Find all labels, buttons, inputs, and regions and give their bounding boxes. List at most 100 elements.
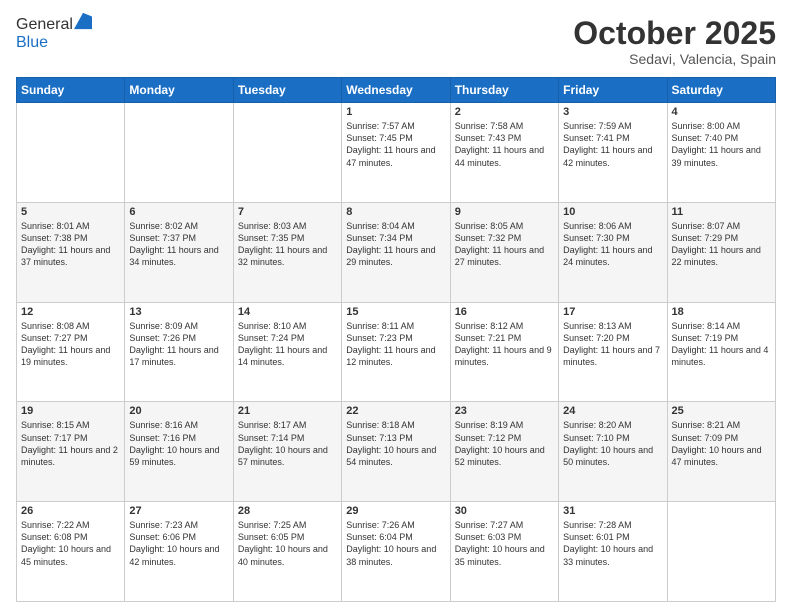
calendar-cell [17,103,125,203]
day-number: 25 [672,405,771,417]
day-number: 9 [455,206,554,218]
day-info: Sunrise: 7:23 AM Sunset: 6:06 PM Dayligh… [129,519,228,568]
calendar-cell: 19 Sunrise: 8:15 AM Sunset: 7:17 PM Dayli… [17,402,125,502]
calendar-cell: 22 Sunrise: 8:18 AM Sunset: 7:13 PM Dayli… [342,402,450,502]
calendar-cell: 1 Sunrise: 7:57 AM Sunset: 7:45 PM Daylig… [342,103,450,203]
logo-blue-text: Blue [16,34,48,51]
day-number: 19 [21,405,120,417]
calendar-cell: 4 Sunrise: 8:00 AM Sunset: 7:40 PM Daylig… [667,103,775,203]
day-number: 4 [672,106,771,118]
calendar-cell: 30Sunrise: 7:27 AM Sunset: 6:03 PM Dayli… [450,502,558,602]
weekday-header-monday: Monday [125,78,233,103]
calendar-body: 1 Sunrise: 7:57 AM Sunset: 7:45 PM Daylig… [17,103,776,602]
day-info: Sunrise: 8:12 AM Sunset: 7:21 PM Dayligh… [455,320,554,369]
calendar-cell [233,103,341,203]
day-number: 14 [238,306,337,318]
calendar-cell: 23 Sunrise: 8:19 AM Sunset: 7:12 PM Dayli… [450,402,558,502]
calendar-cell: 15 Sunrise: 8:11 AM Sunset: 7:23 PM Dayli… [342,302,450,402]
calendar-cell: 25 Sunrise: 8:21 AM Sunset: 7:09 PM Dayli… [667,402,775,502]
title-block: October 2025 Sedavi, Valencia, Spain [573,16,776,67]
calendar-cell [667,502,775,602]
day-number: 16 [455,306,554,318]
calendar-cell: 5 Sunrise: 8:01 AM Sunset: 7:38 PM Daylig… [17,202,125,302]
day-number: 13 [129,306,228,318]
day-info: Sunrise: 7:26 AM Sunset: 6:04 PM Dayligh… [346,519,445,568]
day-info: Sunrise: 7:57 AM Sunset: 7:45 PM Dayligh… [346,120,445,169]
calendar-cell: 21Sunrise: 8:17 AM Sunset: 7:14 PM Dayli… [233,402,341,502]
logo: General Blue [16,16,92,52]
day-info: Sunrise: 8:18 AM Sunset: 7:13 PM Dayligh… [346,419,445,468]
day-info: Sunrise: 8:06 AM Sunset: 7:30 PM Dayligh… [563,220,662,269]
calendar-cell: 27 Sunrise: 7:23 AM Sunset: 6:06 PM Dayli… [125,502,233,602]
day-number: 24 [563,405,662,417]
calendar-week-row: 12 Sunrise: 8:08 AM Sunset: 7:27 PM Dayli… [17,302,776,402]
day-number: 11 [672,206,771,218]
header: General Blue October 2025 Sedavi, Valenc… [16,16,776,67]
weekday-header-tuesday: Tuesday [233,78,341,103]
day-info: Sunrise: 8:16 AM Sunset: 7:16 PM Dayligh… [129,419,228,468]
location-title: Sedavi, Valencia, Spain [573,51,776,67]
day-info: Sunrise: 8:00 AM Sunset: 7:40 PM Dayligh… [672,120,771,169]
calendar-cell: 18 Sunrise: 8:14 AM Sunset: 7:19 PM Dayli… [667,302,775,402]
calendar-week-row: 19 Sunrise: 8:15 AM Sunset: 7:17 PM Dayli… [17,402,776,502]
day-number: 3 [563,106,662,118]
day-info: Sunrise: 8:07 AM Sunset: 7:29 PM Dayligh… [672,220,771,269]
day-number: 8 [346,206,445,218]
day-number: 29 [346,505,445,517]
calendar-cell: 8 Sunrise: 8:04 AM Sunset: 7:34 PM Daylig… [342,202,450,302]
day-info: Sunrise: 8:20 AM Sunset: 7:10 PM Dayligh… [563,419,662,468]
day-number: 10 [563,206,662,218]
calendar-cell: 29 Sunrise: 7:26 AM Sunset: 6:04 PM Dayli… [342,502,450,602]
day-info: Sunrise: 8:14 AM Sunset: 7:19 PM Dayligh… [672,320,771,369]
day-number: 22 [346,405,445,417]
day-info: Sunrise: 8:09 AM Sunset: 7:26 PM Dayligh… [129,320,228,369]
day-info: Sunrise: 7:27 AM Sunset: 6:03 PM Dayligh… [455,519,554,568]
day-info: Sunrise: 8:15 AM Sunset: 7:17 PM Dayligh… [21,419,120,468]
day-number: 7 [238,206,337,218]
weekday-header-saturday: Saturday [667,78,775,103]
calendar-cell: 10 Sunrise: 8:06 AM Sunset: 7:30 PM Dayli… [559,202,667,302]
calendar-cell: 16 Sunrise: 8:12 AM Sunset: 7:21 PM Dayli… [450,302,558,402]
day-info: Sunrise: 8:13 AM Sunset: 7:20 PM Dayligh… [563,320,662,369]
day-info: Sunrise: 8:21 AM Sunset: 7:09 PM Dayligh… [672,419,771,468]
weekday-header-wednesday: Wednesday [342,78,450,103]
day-number: 18 [672,306,771,318]
calendar-cell: 14Sunrise: 8:10 AM Sunset: 7:24 PM Dayli… [233,302,341,402]
calendar-cell: 2Sunrise: 7:58 AM Sunset: 7:43 PM Daylig… [450,103,558,203]
day-info: Sunrise: 8:04 AM Sunset: 7:34 PM Dayligh… [346,220,445,269]
day-number: 21 [238,405,337,417]
day-number: 1 [346,106,445,118]
calendar-cell: 13 Sunrise: 8:09 AM Sunset: 7:26 PM Dayli… [125,302,233,402]
day-info: Sunrise: 8:19 AM Sunset: 7:12 PM Dayligh… [455,419,554,468]
day-number: 28 [238,505,337,517]
day-info: Sunrise: 8:02 AM Sunset: 7:37 PM Dayligh… [129,220,228,269]
day-number: 15 [346,306,445,318]
day-number: 23 [455,405,554,417]
day-info: Sunrise: 7:22 AM Sunset: 6:08 PM Dayligh… [21,519,120,568]
day-number: 6 [129,206,228,218]
calendar-cell: 6 Sunrise: 8:02 AM Sunset: 7:37 PM Daylig… [125,202,233,302]
day-info: Sunrise: 8:01 AM Sunset: 7:38 PM Dayligh… [21,220,120,269]
month-title: October 2025 [573,16,776,51]
day-info: Sunrise: 7:58 AM Sunset: 7:43 PM Dayligh… [455,120,554,169]
day-info: Sunrise: 8:08 AM Sunset: 7:27 PM Dayligh… [21,320,120,369]
day-number: 27 [129,505,228,517]
day-number: 5 [21,206,120,218]
calendar-header-row: SundayMondayTuesdayWednesdayThursdayFrid… [17,78,776,103]
logo-icon [74,12,92,30]
day-number: 12 [21,306,120,318]
calendar-week-row: 5 Sunrise: 8:01 AM Sunset: 7:38 PM Daylig… [17,202,776,302]
calendar-cell [125,103,233,203]
day-info: Sunrise: 8:11 AM Sunset: 7:23 PM Dayligh… [346,320,445,369]
calendar-week-row: 1 Sunrise: 7:57 AM Sunset: 7:45 PM Daylig… [17,103,776,203]
day-number: 31 [563,505,662,517]
weekday-header-thursday: Thursday [450,78,558,103]
day-info: Sunrise: 7:25 AM Sunset: 6:05 PM Dayligh… [238,519,337,568]
page: General Blue October 2025 Sedavi, Valenc… [0,0,792,612]
day-info: Sunrise: 7:28 AM Sunset: 6:01 PM Dayligh… [563,519,662,568]
day-number: 17 [563,306,662,318]
day-number: 26 [21,505,120,517]
day-info: Sunrise: 8:05 AM Sunset: 7:32 PM Dayligh… [455,220,554,269]
calendar-table: SundayMondayTuesdayWednesdayThursdayFrid… [16,77,776,602]
calendar-cell: 28 Sunrise: 7:25 AM Sunset: 6:05 PM Dayli… [233,502,341,602]
